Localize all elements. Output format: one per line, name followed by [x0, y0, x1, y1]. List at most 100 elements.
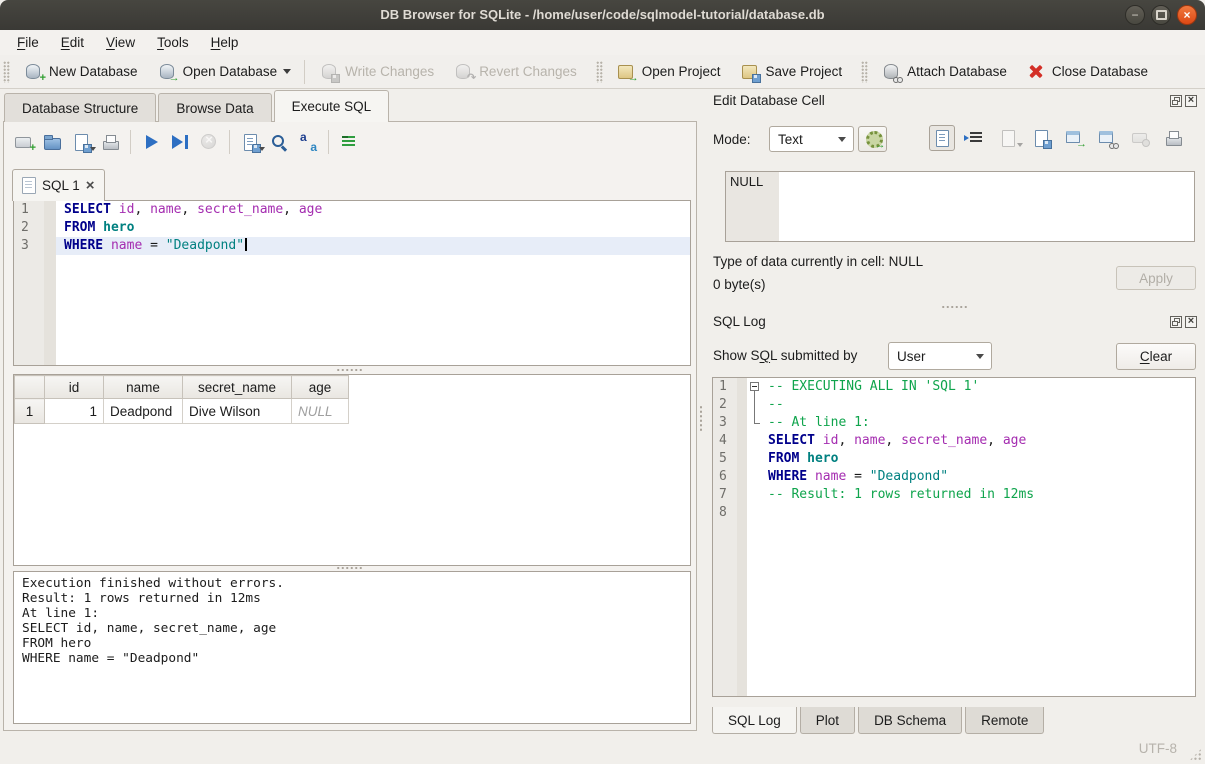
fold-column — [747, 468, 763, 486]
message-line: At line 1: — [22, 606, 682, 621]
vertical-splitter[interactable] — [697, 121, 705, 731]
fold-minus-icon[interactable] — [750, 382, 759, 391]
menu-edit[interactable]: Edit — [50, 30, 95, 55]
open-external-button[interactable]: → — [1061, 125, 1087, 151]
code-line[interactable]: 8 — [713, 504, 1195, 522]
print-button[interactable] — [97, 129, 123, 155]
attach-database-button[interactable]: Attach Database — [871, 58, 1016, 86]
table-cell[interactable]: 1 — [45, 399, 104, 424]
mode-select[interactable]: Text — [769, 126, 854, 152]
code-line[interactable]: 7-- Result: 1 rows returned in 12ms — [713, 486, 1195, 504]
fold-column[interactable] — [747, 378, 763, 396]
tab-plot[interactable]: Plot — [800, 707, 855, 734]
corner-header[interactable] — [15, 376, 45, 399]
editor-results-splitter[interactable] — [336, 368, 362, 372]
column-header[interactable]: id — [45, 376, 104, 399]
tab-execute-sql[interactable]: Execute SQL — [274, 90, 390, 122]
code-line[interactable]: 2FROM hero — [14, 219, 690, 237]
close-panel-icon[interactable] — [1185, 95, 1197, 107]
change-marker — [44, 201, 56, 219]
execute-current-line-button[interactable] — [167, 129, 193, 155]
code-line[interactable]: 1-- EXECUTING ALL IN 'SQL 1' — [713, 378, 1195, 396]
float-panel-icon[interactable] — [1170, 95, 1182, 107]
sql-editor[interactable]: 1SELECT id, name, secret_name, age2FROM … — [13, 200, 691, 366]
format-sql-button[interactable] — [336, 129, 362, 155]
code-line[interactable]: 6WHERE name = "Deadpond" — [713, 468, 1195, 486]
line-number: 3 — [14, 237, 44, 255]
code-line[interactable]: 3-- At line 1: — [713, 414, 1195, 432]
float-panel-icon[interactable] — [1170, 316, 1182, 328]
open-database-dropdown-icon[interactable] — [283, 69, 291, 74]
change-marker — [737, 378, 747, 396]
replace-button[interactable] — [295, 129, 321, 155]
cell-value-editor[interactable]: NULL — [725, 171, 1195, 242]
new-sql-tab-button[interactable]: + — [10, 129, 36, 155]
code-line[interactable]: 3WHERE name = "Deadpond" — [14, 237, 690, 255]
tab-database-structure[interactable]: Database Structure — [4, 93, 156, 122]
close-button[interactable]: × — [1177, 5, 1197, 25]
text-mode-button[interactable] — [929, 125, 955, 151]
open-project-button[interactable]: → Open Project — [606, 58, 730, 86]
titlebar[interactable]: DB Browser for SQLite - /home/user/code/… — [0, 0, 1205, 30]
table-cell[interactable]: Deadpond — [104, 399, 183, 424]
close-tab-icon[interactable]: × — [86, 178, 95, 193]
toolbar-separator — [328, 130, 329, 154]
tab-sql-log[interactable]: SQL Log — [712, 707, 797, 734]
copy-link-button[interactable] — [1094, 125, 1120, 151]
export-button[interactable] — [1028, 125, 1054, 151]
clear-log-button[interactable]: Clear — [1116, 343, 1196, 370]
code-line[interactable]: 1SELECT id, name, secret_name, age — [14, 201, 690, 219]
code-text: FROM hero — [763, 450, 1195, 468]
column-header[interactable]: age — [292, 376, 349, 399]
results-message-splitter[interactable] — [336, 566, 362, 570]
code-line[interactable]: 5FROM hero — [713, 450, 1195, 468]
text-mode-icon — [931, 127, 953, 149]
menu-tools[interactable]: Tools — [146, 30, 200, 55]
table-cell[interactable]: NULL — [292, 399, 349, 424]
column-header[interactable]: secret_name — [183, 376, 292, 399]
line-number: 6 — [713, 468, 737, 486]
resize-grip[interactable] — [1189, 748, 1202, 761]
column-header[interactable]: name — [104, 376, 183, 399]
toolbar-grip[interactable] — [861, 61, 868, 83]
statusbar: UTF-8 — [0, 734, 1205, 764]
minimize-button[interactable]: − — [1125, 5, 1145, 25]
save-project-button[interactable]: Save Project — [730, 58, 852, 86]
maximize-button[interactable] — [1151, 5, 1171, 25]
edit-cell-dock-controls — [1170, 95, 1197, 107]
tab-browse-data[interactable]: Browse Data — [158, 93, 271, 122]
export-results-button[interactable] — [237, 129, 263, 155]
new-database-button[interactable]: + New Database — [13, 58, 147, 86]
auto-apply-button[interactable]: → — [858, 126, 887, 152]
sql-log-view[interactable]: 1-- EXECUTING ALL IN 'SQL 1'2--3-- At li… — [712, 377, 1196, 697]
menu-help[interactable]: Help — [200, 30, 250, 55]
word-wrap-button[interactable] — [962, 125, 988, 151]
toolbar-grip[interactable] — [3, 61, 10, 83]
find-button[interactable] — [266, 129, 292, 155]
sql-editor-tab[interactable]: SQL 1 × — [12, 169, 105, 201]
menu-view[interactable]: View — [95, 30, 146, 55]
message-line: Execution finished without errors. — [22, 576, 682, 591]
toolbar-grip[interactable] — [596, 61, 603, 83]
fold-column — [747, 414, 763, 432]
tab-remote[interactable]: Remote — [965, 707, 1044, 734]
print-cell-button[interactable] — [1160, 125, 1186, 151]
menu-file[interactable]: File — [6, 30, 50, 55]
revert-changes-icon: ↷ — [452, 61, 474, 83]
open-database-button[interactable]: → Open Database — [147, 58, 301, 86]
close-panel-icon[interactable] — [1185, 316, 1197, 328]
table-row[interactable]: 11DeadpondDive WilsonNULL — [15, 399, 349, 424]
table-cell[interactable]: Dive Wilson — [183, 399, 292, 424]
vertical-splitter-handle[interactable] — [699, 405, 703, 431]
code-line[interactable]: 2-- — [713, 396, 1195, 414]
open-sql-file-button[interactable] — [39, 129, 65, 155]
tab-db-schema[interactable]: DB Schema — [858, 707, 962, 734]
code-line[interactable]: 4SELECT id, name, secret_name, age — [713, 432, 1195, 450]
code-text: SELECT id, name, secret_name, age — [56, 201, 690, 219]
save-sql-file-button[interactable] — [68, 129, 94, 155]
close-database-button[interactable]: Close Database — [1016, 58, 1157, 86]
row-header[interactable]: 1 — [15, 399, 45, 424]
log-filter-select[interactable]: User — [888, 342, 992, 370]
execute-all-button[interactable] — [138, 129, 164, 155]
dock-splitter[interactable] — [941, 305, 967, 309]
